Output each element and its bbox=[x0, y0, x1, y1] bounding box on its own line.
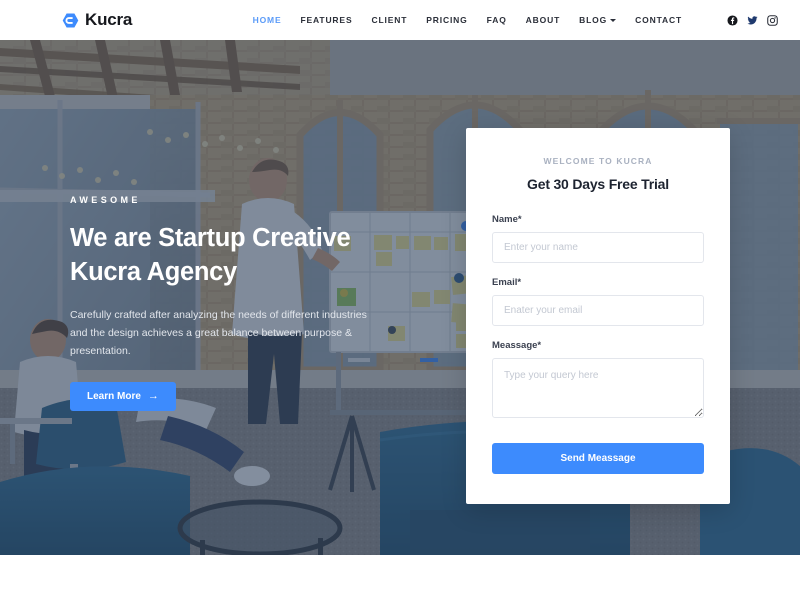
social-link-instagram[interactable] bbox=[767, 14, 778, 26]
nav-label: CLIENT bbox=[371, 15, 408, 25]
nav-label: FEATURES bbox=[300, 15, 353, 25]
hero-section: AWESOME We are Startup Creative Kucra Ag… bbox=[0, 40, 800, 555]
email-field-group: Email* bbox=[492, 277, 704, 326]
nav-item-blog[interactable]: BLOG bbox=[579, 15, 617, 25]
nav-label: HOME bbox=[252, 15, 282, 25]
name-field-group: Name* bbox=[492, 214, 704, 263]
instagram-icon bbox=[767, 14, 778, 26]
social-link-facebook[interactable] bbox=[727, 14, 738, 26]
main-nav: HOME FEATURES CLIENT PRICING FAQ ABOUT B… bbox=[253, 14, 778, 26]
message-textarea[interactable] bbox=[492, 358, 704, 418]
social-link-twitter[interactable] bbox=[747, 15, 758, 26]
message-label: Meassage* bbox=[492, 340, 542, 351]
nav-item-faq[interactable]: FAQ bbox=[487, 15, 507, 25]
nav-label: FAQ bbox=[486, 15, 507, 25]
social-links bbox=[727, 14, 778, 26]
hero-title-line-2: Kucra Agency bbox=[70, 257, 237, 286]
email-input[interactable] bbox=[492, 295, 704, 326]
brand-name: Kucra bbox=[85, 10, 133, 29]
nav-item-home[interactable]: HOME bbox=[253, 15, 282, 25]
hero-paragraph: Carefully crafted after analyzing the ne… bbox=[70, 308, 367, 357]
name-label: Name* bbox=[492, 214, 522, 225]
name-input[interactable] bbox=[492, 232, 704, 263]
hero-title: We are Startup Creative Kucra Agency bbox=[70, 222, 400, 290]
twitter-icon bbox=[747, 15, 758, 24]
send-message-button[interactable]: Send Meassage bbox=[492, 443, 704, 474]
nav-item-pricing[interactable]: PRICING bbox=[426, 15, 467, 25]
nav-item-client[interactable]: CLIENT bbox=[371, 15, 407, 25]
arrow-right-icon: → bbox=[147, 389, 159, 402]
brand-logo[interactable]: Kucra bbox=[62, 10, 132, 30]
nav-label: PRICING bbox=[426, 15, 468, 25]
nav-label: CONTACT bbox=[635, 15, 682, 25]
nav-item-contact[interactable]: CONTACT bbox=[635, 15, 682, 25]
nav-label: ABOUT bbox=[525, 15, 561, 25]
hero-eyebrow: AWESOME bbox=[70, 195, 141, 205]
nav-label: BLOG bbox=[579, 15, 608, 25]
learn-more-button[interactable]: Learn More → bbox=[70, 381, 176, 411]
top-navbar: Kucra HOME FEATURES CLIENT PRICING FAQ A… bbox=[0, 0, 800, 40]
facebook-icon bbox=[727, 14, 738, 26]
nav-item-features[interactable]: FEATURES bbox=[300, 15, 352, 25]
page-bottom-spacer bbox=[0, 555, 800, 600]
hero-title-line-1: We are Startup Creative bbox=[70, 224, 351, 252]
email-label: Email* bbox=[492, 277, 522, 288]
free-trial-form-card: WELCOME TO KUCRA Get 30 Days Free Trial … bbox=[466, 128, 730, 504]
chevron-down-icon bbox=[610, 19, 617, 22]
hexagon-logo-icon bbox=[62, 13, 79, 27]
form-eyebrow: WELCOME TO KUCRA bbox=[543, 156, 653, 166]
form-title: Get 30 Days Free Trial bbox=[527, 176, 669, 192]
nav-item-about[interactable]: ABOUT bbox=[526, 15, 560, 25]
message-field-group: Meassage* bbox=[492, 340, 704, 423]
hero-copy-block: AWESOME We are Startup Creative Kucra Ag… bbox=[70, 195, 400, 411]
learn-more-label: Learn More bbox=[87, 390, 141, 402]
hero-content: AWESOME We are Startup Creative Kucra Ag… bbox=[0, 40, 800, 555]
